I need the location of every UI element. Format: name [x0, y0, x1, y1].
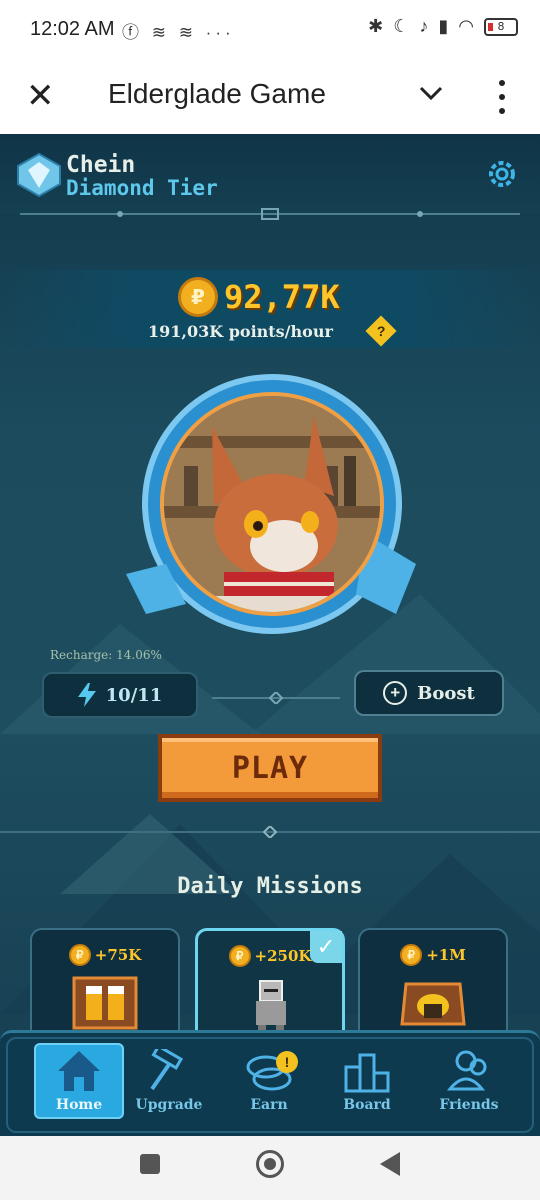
- connector-ornament: [212, 692, 340, 704]
- player-header: Chein Diamond Tier: [0, 134, 540, 220]
- balance-value: 92,77K: [224, 278, 340, 316]
- boost-button[interactable]: + Boost: [354, 670, 504, 716]
- coin-icon: ₽: [400, 944, 423, 966]
- bluetooth-icon: ✱: [368, 16, 384, 36]
- nav-upgrade[interactable]: Upgrade: [124, 1043, 214, 1119]
- bottom-navigation: Home Upgrade ! Earn Board Friends: [0, 1030, 540, 1136]
- podium-icon: [344, 1053, 390, 1093]
- app-bar: ✕ Elderglade Game: [0, 60, 540, 134]
- diamond-tier-icon: [17, 152, 61, 198]
- coin-icon: ₽: [178, 277, 218, 317]
- character-avatar[interactable]: [160, 392, 384, 616]
- back-button[interactable]: [380, 1152, 400, 1176]
- coin-icon: ₽: [228, 945, 251, 967]
- status-time: 12:02 AM: [30, 18, 115, 40]
- close-icon[interactable]: ✕: [26, 76, 55, 116]
- nav-label: Board: [343, 1097, 391, 1113]
- recents-button[interactable]: [140, 1154, 160, 1174]
- daily-missions-title: Daily Missions: [177, 874, 363, 899]
- wifi-icon: ◠: [458, 16, 474, 36]
- app-title: Elderglade Game: [108, 78, 326, 109]
- coin-icon: ₽: [68, 944, 91, 966]
- boost-label: Boost: [417, 682, 475, 704]
- play-label: PLAY: [231, 750, 309, 786]
- friends-icon: [446, 1050, 487, 1091]
- home-icon: [58, 1051, 100, 1091]
- lightning-icon: [77, 683, 96, 707]
- header-divider: [20, 208, 520, 220]
- section-divider: [0, 826, 540, 838]
- points-per-hour: 191,03K points/hour: [148, 322, 333, 341]
- system-status-icons: ✱ ☾ ♪ ▮ ◠ 8: [368, 16, 518, 37]
- notification-icons: ⓕ ≋ ≋ ···: [122, 23, 235, 42]
- chevron-down-icon[interactable]: [416, 78, 446, 108]
- mission-reward: ₽ +75K: [32, 944, 178, 966]
- player-name: Chein: [66, 152, 136, 178]
- mute-icon: ♪: [419, 16, 429, 36]
- do-not-disturb-icon: ☾: [393, 16, 410, 36]
- fox-character-image: [164, 396, 380, 612]
- tier-label: Diamond Tier: [66, 176, 218, 200]
- treasure-icon: [400, 982, 466, 1026]
- nav-board[interactable]: Board: [322, 1043, 412, 1119]
- game-screen: Chein Diamond Tier ₽ 92,77K 191,03K poin…: [0, 134, 540, 1136]
- energy-counter: 10/11: [42, 672, 198, 718]
- mission-reward: ₽ +250K: [198, 945, 342, 967]
- gear-icon[interactable]: [484, 156, 520, 192]
- nav-friends[interactable]: Friends: [424, 1043, 514, 1119]
- home-button[interactable]: [256, 1150, 284, 1178]
- nav-label: Earn: [250, 1097, 288, 1113]
- battery-level: 8: [497, 20, 505, 33]
- nav-home[interactable]: Home: [34, 1043, 124, 1119]
- energy-value: 10/11: [105, 684, 163, 706]
- recharge-text: Recharge: 14.06%: [50, 648, 162, 662]
- plus-icon: +: [383, 681, 408, 705]
- alert-badge: !: [276, 1051, 298, 1073]
- more-options-icon[interactable]: [490, 80, 514, 114]
- hammer-icon: [150, 1049, 184, 1091]
- signal-icon: ▮: [438, 16, 449, 36]
- battery-icon: 8: [484, 17, 518, 36]
- nav-earn[interactable]: ! Earn: [224, 1043, 314, 1119]
- nav-label: Friends: [439, 1097, 499, 1113]
- mission-reward: ₽ +1M: [360, 944, 506, 966]
- nav-label: Home: [55, 1097, 103, 1113]
- play-button[interactable]: PLAY: [158, 734, 382, 802]
- beer-icon: [72, 976, 138, 1030]
- status-bar: 12:02 AM ⓕ ≋ ≋ ··· ✱ ☾ ♪ ▮ ◠ 8: [0, 0, 540, 60]
- nav-label: Upgrade: [135, 1097, 203, 1113]
- system-navigation-bar: [0, 1136, 540, 1200]
- knight-icon: [256, 980, 286, 1031]
